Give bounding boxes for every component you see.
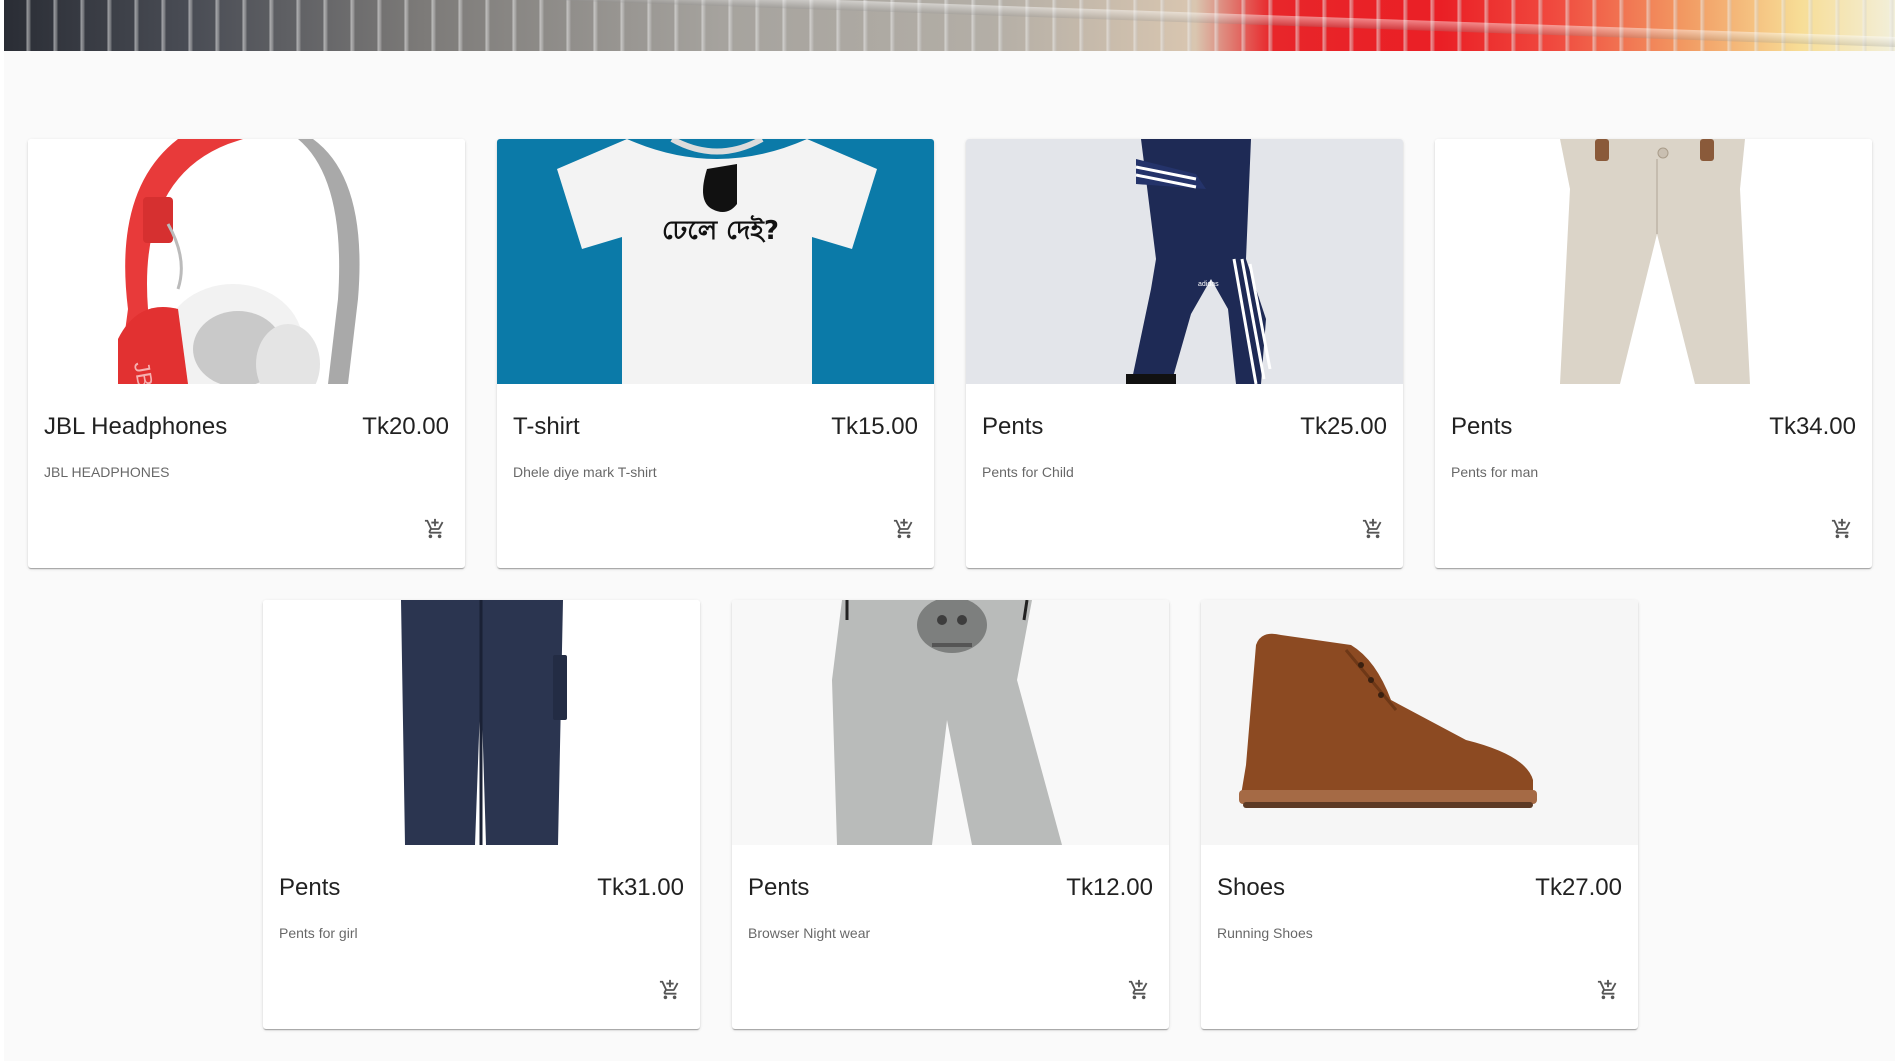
product-price: Tk15.00 xyxy=(831,413,918,440)
add-to-cart-button[interactable] xyxy=(656,976,684,1004)
product-description: Pents for girl xyxy=(279,925,358,941)
add-shopping-cart-icon xyxy=(1128,979,1148,1000)
tracksuit-brand-mark: adidas xyxy=(1198,281,1219,288)
add-shopping-cart-icon xyxy=(424,518,444,539)
add-shopping-cart-icon xyxy=(1831,518,1851,539)
product-card[interactable]: Shoes Tk27.00 Running Shoes xyxy=(1201,600,1638,1029)
product-price: Tk25.00 xyxy=(1300,413,1387,440)
grey-joggers-image[interactable] xyxy=(732,600,1169,845)
tshirt-image[interactable]: ঢেলে দেই? xyxy=(497,139,934,384)
tracksuit-image[interactable]: adidas xyxy=(966,139,1403,384)
product-description: Dhele diye mark T-shirt xyxy=(513,464,657,480)
product-description: Browser Night wear xyxy=(748,925,871,941)
product-description: Running Shoes xyxy=(1217,925,1313,941)
add-to-cart-button[interactable] xyxy=(1594,976,1622,1004)
add-shopping-cart-icon xyxy=(659,979,679,1000)
product-price: Tk27.00 xyxy=(1535,874,1622,901)
add-to-cart-button[interactable] xyxy=(1125,976,1153,1004)
headphones-image[interactable]: JBL xyxy=(28,139,465,384)
add-shopping-cart-icon xyxy=(1362,518,1382,539)
product-card[interactable]: Pents Tk31.00 Pents for girl xyxy=(263,600,700,1029)
navy-pants-image[interactable] xyxy=(263,600,700,845)
product-title: Shoes xyxy=(1217,874,1286,901)
product-title: Pents xyxy=(279,874,341,901)
product-price: Tk31.00 xyxy=(597,874,684,901)
product-title: JBL Headphones xyxy=(44,413,228,440)
product-title: Pents xyxy=(748,874,810,901)
product-card[interactable]: Pents Tk12.00 Browser Night wear xyxy=(732,600,1169,1029)
product-description: Pents for man xyxy=(1451,464,1539,480)
hero-banner xyxy=(4,0,1895,51)
app-container: JBL JBL Headphones Tk20.00 JBL HEADPHONE… xyxy=(4,0,1895,1061)
add-shopping-cart-icon xyxy=(1597,979,1617,1000)
product-price: Tk20.00 xyxy=(362,413,449,440)
product-title: Pents xyxy=(982,413,1044,440)
product-price: Tk34.00 xyxy=(1769,413,1856,440)
suede-boot-image[interactable] xyxy=(1201,600,1638,845)
product-card[interactable]: JBL JBL Headphones Tk20.00 JBL HEADPHONE… xyxy=(28,139,465,568)
add-shopping-cart-icon xyxy=(893,518,913,539)
add-to-cart-button[interactable] xyxy=(1359,515,1387,543)
product-description: Pents for Child xyxy=(982,464,1074,480)
tshirt-print-text: ঢেলে দেই? xyxy=(662,214,779,246)
product-card[interactable]: adidas Pents Tk25.00 Pents for Child xyxy=(966,139,1403,568)
product-card[interactable]: ঢেলে দেই? T-shirt Tk15.00 Dhele diye mar… xyxy=(497,139,934,568)
product-title: T-shirt xyxy=(513,413,580,440)
product-price: Tk12.00 xyxy=(1066,874,1153,901)
product-card[interactable]: Pents Tk34.00 Pents for man xyxy=(1435,139,1872,568)
add-to-cart-button[interactable] xyxy=(890,515,918,543)
product-description: JBL HEADPHONES xyxy=(44,464,170,480)
product-title: Pents xyxy=(1451,413,1513,440)
beige-pants-image[interactable] xyxy=(1435,139,1872,384)
add-to-cart-button[interactable] xyxy=(421,515,449,543)
add-to-cart-button[interactable] xyxy=(1828,515,1856,543)
